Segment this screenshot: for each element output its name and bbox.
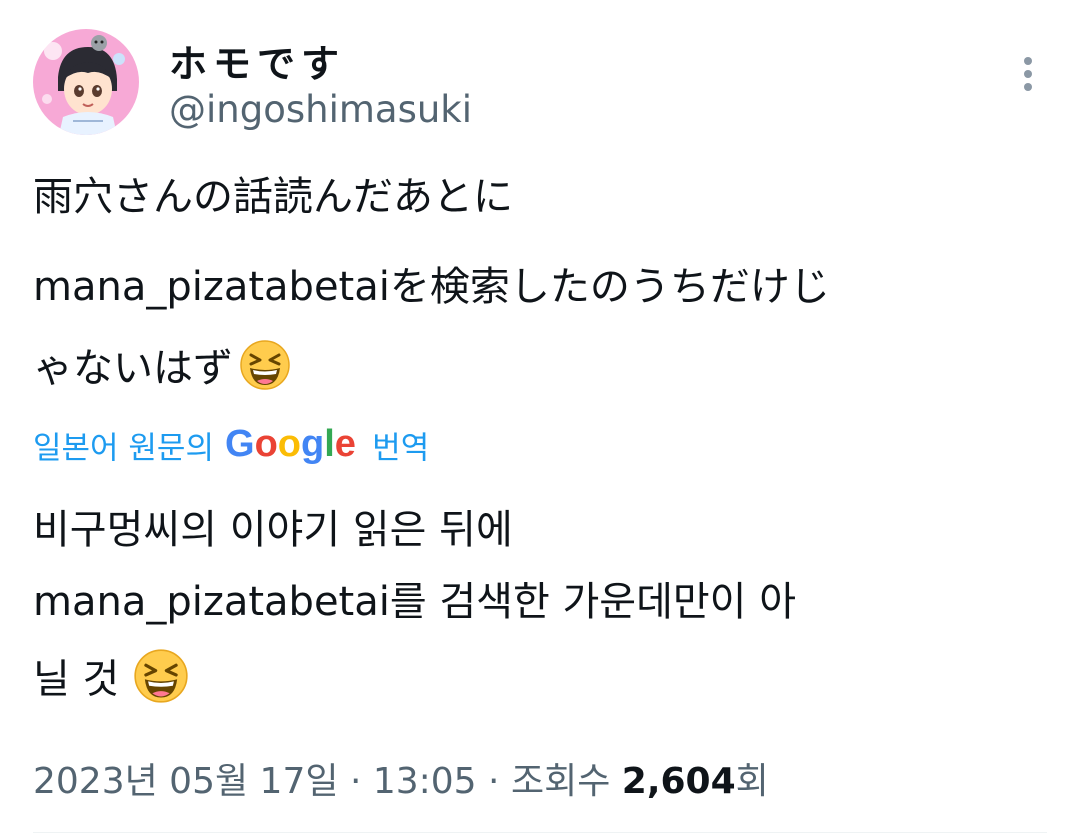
avatar-image	[33, 29, 139, 135]
grinning-squinting-face-icon	[239, 339, 291, 402]
tweet-time[interactable]: 13:05	[373, 761, 477, 802]
translated-text: 닐 것	[33, 656, 120, 703]
translated-text: mana_pizatabetai를 검색한 가운데만이 아	[33, 579, 796, 625]
views-label: 조회수	[510, 761, 611, 802]
translated-text-line: 닐 것	[33, 648, 189, 715]
views-count: 2,604	[621, 761, 736, 802]
more-options-button[interactable]	[1012, 52, 1044, 96]
author-handle[interactable]: @ingoshimasuki	[169, 88, 472, 131]
tweet-date[interactable]: 2023년 05월 17일	[33, 761, 338, 802]
translated-text-line: 비구멍씨의 이야기 읽은 뒤에	[33, 506, 513, 554]
tweet-text-line: ゃないはず	[33, 339, 291, 402]
tweet-text-line: mana_pizatabetaiを検索したのうちだけじ	[33, 263, 830, 311]
google-logo: Google	[225, 420, 361, 470]
meta-separator: ·	[488, 761, 500, 802]
translated-text: 비구멍씨의 이야기 읽은 뒤에	[33, 507, 513, 553]
tweet-text: 雨穴さんの話読んだあとに	[33, 174, 513, 220]
svg-text:Google: Google	[225, 423, 356, 465]
views-suffix: 회	[735, 761, 769, 802]
author-display-name[interactable]: ホモです	[169, 33, 345, 88]
tweet-text-line: 雨穴さんの話読んだあとに	[33, 173, 513, 221]
divider	[33, 832, 1047, 833]
more-vertical-icon	[1024, 57, 1032, 91]
translation-suffix: 번역	[372, 430, 430, 467]
tweet-meta: 2023년 05월 17일 · 13:05 · 조회수 2,604회	[33, 752, 769, 804]
tweet-text: mana_pizatabetaiを検索したのうちだけじ	[33, 264, 830, 310]
translated-text-line: mana_pizatabetai를 검색한 가운데만이 아	[33, 578, 796, 626]
translation-attribution[interactable]: 일본어 원문의 Google 번역	[33, 420, 429, 468]
avatar[interactable]	[33, 29, 139, 135]
translation-prefix: 일본어 원문의	[33, 430, 214, 467]
tweet-text: ゃないはず	[33, 345, 233, 392]
meta-separator: ·	[349, 761, 362, 802]
grinning-squinting-face-icon	[133, 648, 189, 715]
